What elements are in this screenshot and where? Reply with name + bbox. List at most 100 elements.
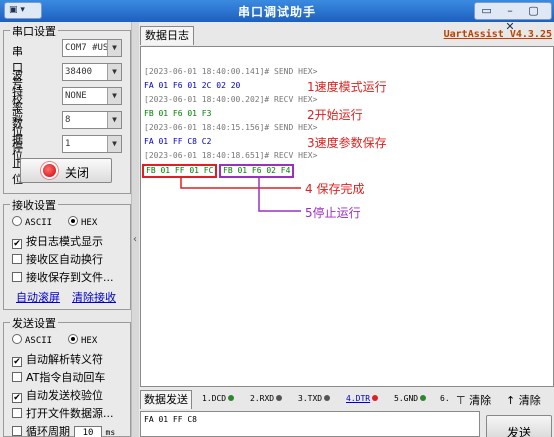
receive-hex-label: HEX (81, 218, 98, 228)
send-option-label: AT指令自动回车 (26, 371, 106, 384)
parity-select[interactable]: NONE ▼ (62, 87, 122, 105)
radio-on-icon (68, 334, 78, 344)
clear-send-label: 清除 (469, 394, 492, 407)
send-cycle-input[interactable]: 10 (74, 426, 102, 437)
send-button[interactable]: 发送 (486, 415, 552, 437)
receive-hex-radio[interactable]: HEX (68, 215, 97, 231)
send-option-escape[interactable]: ✔ 自动解析转义符 (12, 351, 103, 367)
annotation-save-done: 4 保存完成 (305, 182, 365, 196)
checkbox-checked-icon: ✔ (12, 357, 22, 367)
left-panel: 串口设置 串口号 COM7 #USI ▼ 波特率 38400 ▼ 校验位 NON… (0, 22, 136, 437)
panel-splitter[interactable]: ‹ (131, 22, 139, 437)
send-option-label: 打开文件数据源... (26, 407, 114, 420)
send-cycle-row[interactable]: 循环周期 10 ms (12, 423, 115, 437)
clear-receive-link[interactable]: 清除接收 (72, 289, 116, 305)
collapse-arrow-icon[interactable]: ‹ (133, 234, 137, 245)
send-cycle-label: 循环周期 (26, 425, 70, 437)
parity-value: NONE (65, 91, 87, 101)
databits-select[interactable]: 8 ▼ (62, 111, 122, 129)
chevron-down-icon[interactable]: ▼ (107, 40, 121, 56)
send-ascii-label: ASCII (25, 336, 53, 346)
receive-ascii-label: ASCII (25, 218, 53, 228)
serial-settings-title: 串口设置 (10, 23, 58, 39)
broom-icon: ⊤ (456, 394, 470, 407)
checkbox-unchecked-icon (12, 426, 22, 436)
checkbox-unchecked-icon (12, 372, 22, 382)
send-option-at-cr[interactable]: AT指令自动回车 (12, 369, 105, 385)
radio-off-icon (12, 216, 22, 226)
window-title: 串口调试助手 (237, 5, 316, 19)
radio-off-icon (12, 334, 22, 344)
send-option-file-source[interactable]: 打开文件数据源... (12, 405, 114, 421)
baud-select[interactable]: 38400 ▼ (62, 63, 122, 81)
chevron-down-icon[interactable]: ▼ (107, 136, 121, 152)
receive-option-save-file[interactable]: 接收保存到文件... (12, 269, 114, 285)
checkbox-unchecked-icon (12, 254, 22, 264)
autoscroll-link[interactable]: 自动滚屏 (16, 289, 60, 305)
send-settings-group: 发送设置 ASCII HEX ✔ 自动解析转义符 AT指令自动回车 ✔ 自动发送校验… (3, 315, 131, 437)
signal-label: 3.TXD (298, 394, 323, 403)
led-icon (372, 395, 379, 401)
receive-settings-title: 接收设置 (10, 197, 58, 213)
signal-dcd: 1.DCD (202, 394, 235, 403)
receive-option-autowrap[interactable]: 接收区自动换行 (12, 251, 103, 267)
title-bar: ▣ ▾ 串口调试助手 ▭ – ▢ ✕ (0, 0, 554, 33)
port-select[interactable]: COM7 #USI ▼ (62, 39, 122, 57)
send-ascii-radio[interactable]: ASCII (12, 333, 52, 349)
receive-option-log-mode[interactable]: ✔ 按日志模式显示 (12, 233, 103, 249)
checkbox-unchecked-icon (12, 408, 22, 418)
clear-all-label: 清除 (518, 394, 541, 407)
receive-option-label: 接收区自动换行 (26, 253, 103, 266)
close-port-label: 关闭 (65, 166, 90, 180)
receive-ascii-radio[interactable]: ASCII (12, 215, 52, 231)
send-hex-radio[interactable]: HEX (68, 333, 97, 349)
annotation-stop: 5停止运行 (305, 206, 361, 220)
chevron-down-icon[interactable]: ▼ (107, 112, 121, 128)
send-option-label: 自动发送校验位 (26, 389, 103, 402)
receive-option-label: 按日志模式显示 (26, 235, 103, 248)
signal-label: 1.DCD (202, 394, 227, 403)
receive-log-area[interactable]: [2023-06-01 18:40:00.141]# SEND HEX> FA … (140, 46, 554, 387)
window-controls[interactable]: ▭ – ▢ ✕ (474, 2, 552, 33)
baud-value: 38400 (65, 67, 93, 77)
tab-data-send[interactable]: 数据发送 (140, 390, 192, 409)
close-port-button[interactable]: 关闭 (20, 158, 112, 183)
chevron-down-icon[interactable]: ▼ (107, 88, 121, 104)
signal-6: 6. (440, 394, 450, 403)
send-option-label: 自动解析转义符 (26, 353, 103, 366)
stopbits-select[interactable]: 1 ▼ (62, 135, 122, 153)
checkbox-checked-icon: ✔ (12, 239, 22, 249)
send-hex-label: HEX (81, 336, 98, 346)
send-input[interactable]: FA 01 FF C8 (140, 411, 480, 437)
app-version-link[interactable]: UartAssist V4.3.25 (444, 29, 552, 40)
checkbox-unchecked-icon (12, 272, 22, 282)
signal-txd: 3.TXD (298, 394, 331, 403)
send-option-checksum[interactable]: ✔ 自动发送校验位 (12, 387, 103, 403)
signal-dtr[interactable]: 4.DTR (346, 394, 379, 403)
databits-value: 8 (65, 115, 71, 125)
port-status-icon (43, 164, 56, 177)
stopbits-value: 1 (65, 139, 71, 149)
send-tab-bar: 数据发送 1.DCD 2.RXD 3.TXD 4.DTR 5.GND 6. ⊤ … (140, 389, 554, 409)
led-icon (324, 395, 331, 401)
signal-label: 2.RXD (250, 394, 275, 403)
tab-data-log[interactable]: 数据日志 (140, 26, 194, 45)
clear-all-button[interactable]: ↑ 清除 (506, 392, 541, 408)
log-tab-bar: 数据日志 UartAssist V4.3.25 (140, 26, 554, 46)
led-icon (228, 395, 235, 401)
radio-on-icon (68, 216, 78, 226)
signal-gnd: 5.GND (394, 394, 427, 403)
send-settings-title: 发送设置 (10, 315, 58, 331)
clear-send-button[interactable]: ⊤ 清除 (456, 392, 491, 408)
up-arrow-icon: ↑ (506, 394, 519, 407)
signal-rxd: 2.RXD (250, 394, 283, 403)
receive-option-label: 接收保存到文件... (26, 271, 114, 284)
led-icon (276, 395, 283, 401)
led-icon (420, 395, 427, 401)
connector-save (180, 178, 301, 189)
chevron-down-icon[interactable]: ▼ (107, 64, 121, 80)
receive-settings-group: 接收设置 ASCII HEX ✔ 按日志模式显示 接收区自动换行 接收保存到文件.… (3, 197, 131, 310)
signal-label: 5.GND (394, 394, 419, 403)
checkbox-checked-icon: ✔ (12, 393, 22, 403)
connector-stop (258, 178, 301, 212)
